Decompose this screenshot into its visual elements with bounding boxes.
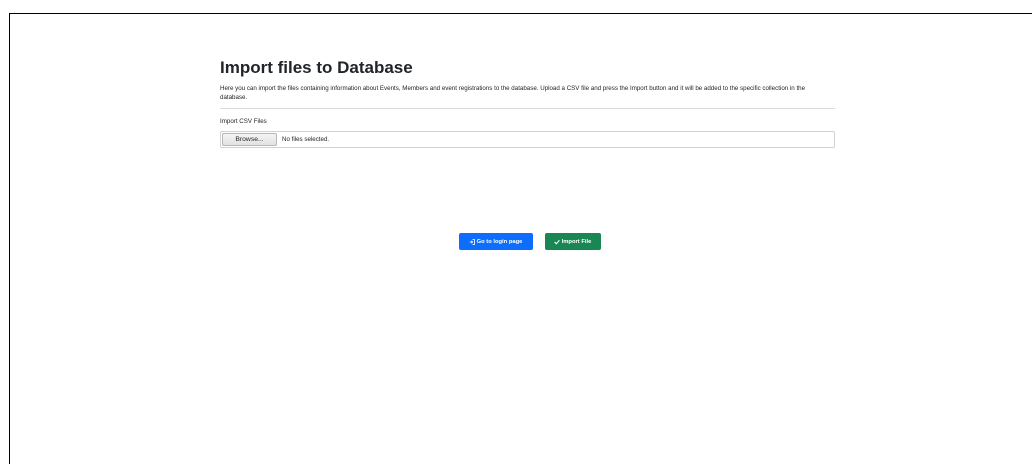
action-buttons: Go to login page Import File <box>220 233 835 250</box>
page-title: Import files to Database <box>220 58 413 77</box>
import-file-button[interactable]: Import File <box>544 233 601 250</box>
divider <box>220 108 835 109</box>
go-to-login-label: Go to login page <box>476 238 523 245</box>
page-description: Here you can import the files containing… <box>220 85 806 101</box>
browse-button[interactable]: Browse... <box>222 133 277 146</box>
file-input[interactable]: Browse... No files selected. <box>220 131 835 148</box>
file-status: No files selected. <box>282 136 330 143</box>
check-icon <box>553 239 560 245</box>
app-frame: Import files to Database Here you can im… <box>9 13 1032 464</box>
import-panel: Import files to Database Here you can im… <box>220 58 835 250</box>
import-csv-label: Import CSV Files <box>220 118 267 125</box>
import-file-label: Import File <box>561 238 592 245</box>
sign-in-icon <box>469 238 475 245</box>
go-to-login-button[interactable]: Go to login page <box>458 233 533 250</box>
